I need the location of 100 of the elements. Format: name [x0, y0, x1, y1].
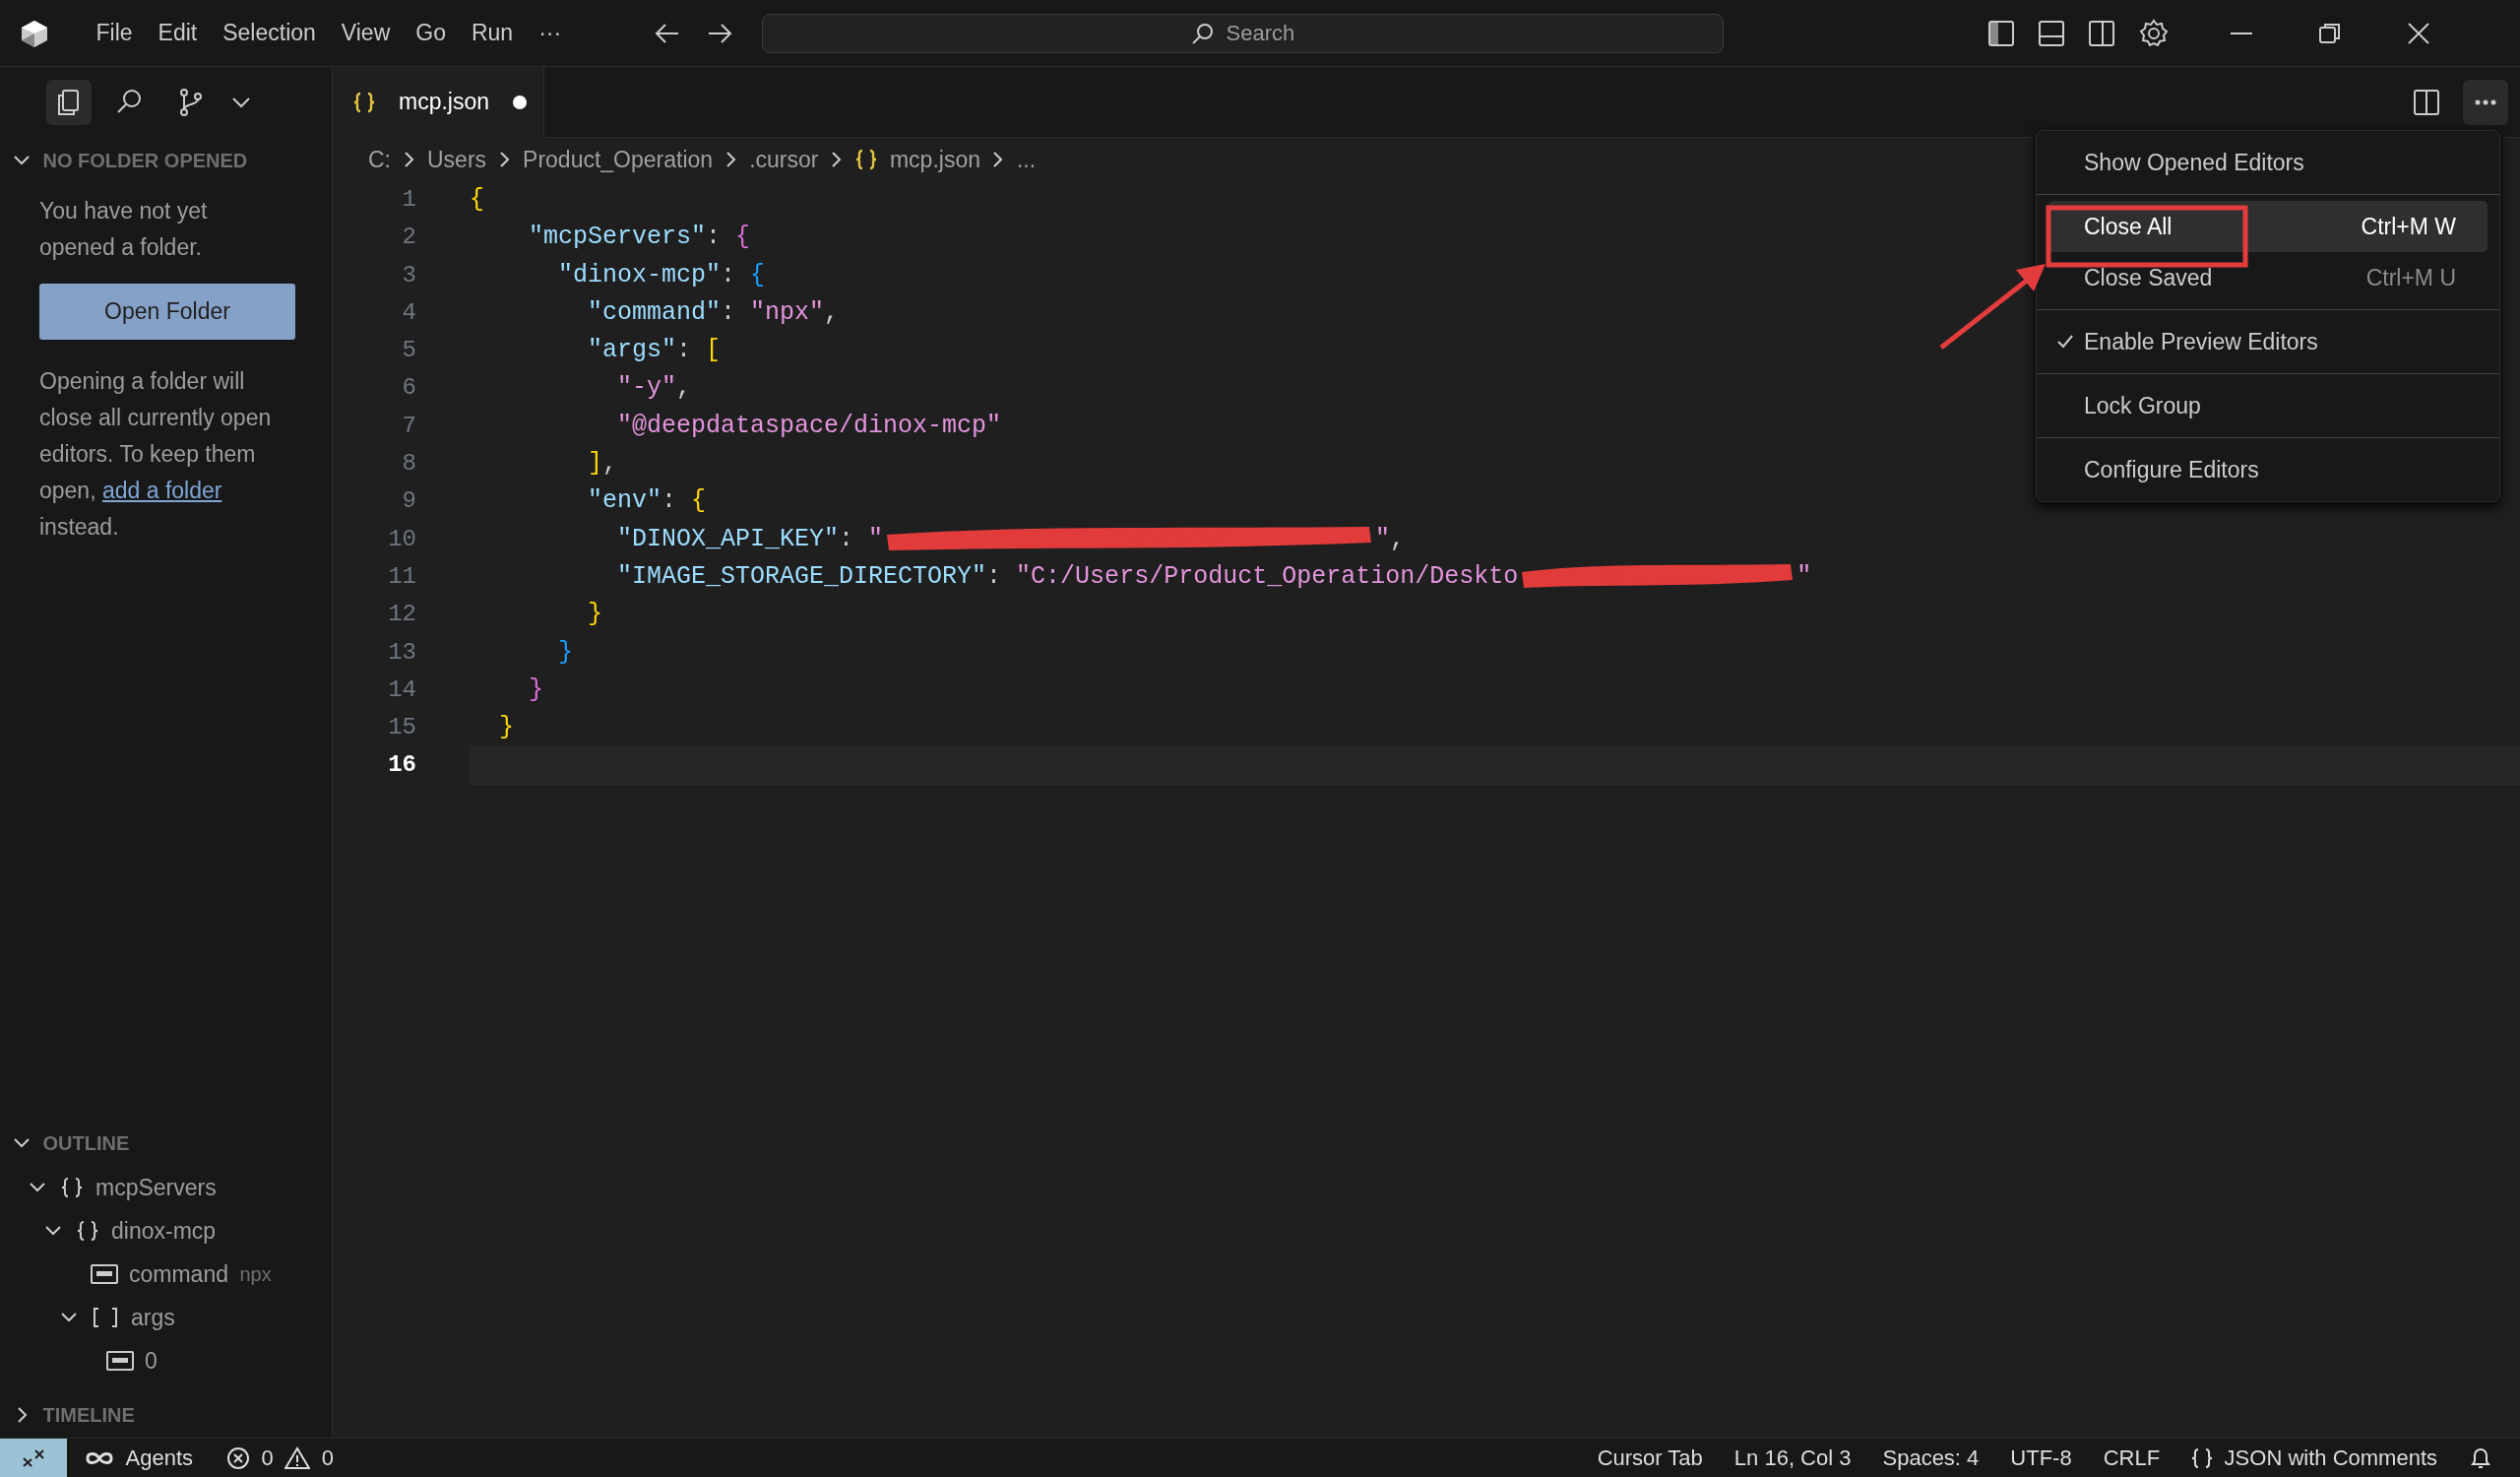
section-header[interactable]: NO FOLDER OPENED	[42, 146, 248, 175]
line-number: 2	[401, 223, 416, 253]
code-text: "DINOX_API_KEY"	[616, 523, 840, 555]
breadcrumb-item[interactable]: Product_Operation	[523, 142, 714, 177]
code-text: ]	[587, 448, 603, 481]
code-text: ,	[824, 296, 840, 329]
warning-count[interactable]: 0	[321, 1442, 334, 1474]
open-folder-button[interactable]: Open Folder	[39, 284, 295, 340]
code-text: {	[735, 222, 751, 254]
code-text: "IMAGE_STORAGE_DIRECTORY"	[616, 560, 987, 593]
code-text: }	[557, 636, 574, 669]
status-item[interactable]: Spaces: 4	[1882, 1442, 1980, 1474]
breadcrumb-item[interactable]: mcp.json	[889, 142, 980, 177]
code-text: "npx"	[750, 296, 825, 329]
code-text: ,	[1390, 523, 1406, 555]
menu-label: Close All	[2084, 212, 2173, 241]
menu-item[interactable]: Selection	[210, 12, 329, 54]
outline-label[interactable]: mcpServers	[95, 1170, 217, 1205]
line-number: 9	[401, 486, 416, 517]
code-text: :	[676, 335, 693, 367]
code-text: :	[986, 560, 1003, 593]
outline-label[interactable]: command	[129, 1256, 228, 1292]
code-text: :	[721, 296, 737, 329]
error-count[interactable]: 0	[261, 1442, 274, 1474]
menu-item[interactable]: File	[83, 12, 146, 54]
menu-label: Enable Preview Editors	[2084, 327, 2318, 356]
code-text: "dinox-mcp"	[557, 259, 722, 291]
code-text: "	[868, 523, 884, 555]
menu-item[interactable]: Go	[403, 12, 459, 54]
menu-label: Lock Group	[2084, 391, 2201, 420]
line-number: 5	[401, 336, 416, 366]
outline-label[interactable]: args	[131, 1300, 175, 1335]
menu-label: Configure Editors	[2084, 455, 2259, 484]
code-text: "args"	[587, 335, 677, 367]
breadcrumb-item[interactable]: C:	[368, 142, 391, 177]
menu-item[interactable]: Enable Preview Editors	[2048, 316, 2488, 367]
line-number: 7	[401, 411, 416, 441]
breadcrumb-item[interactable]: Users	[427, 142, 487, 177]
code-text: :	[662, 485, 678, 518]
code-text: "-y"	[616, 372, 677, 405]
line-number: 11	[387, 561, 416, 592]
code-text: }	[587, 599, 603, 631]
menu-item[interactable]: Close Saved Ctrl+M U	[2048, 252, 2488, 303]
line-number: 4	[401, 297, 416, 328]
code-text: {	[691, 485, 707, 518]
search-field[interactable]: Search	[762, 13, 1725, 53]
code-text: "mcpServers"	[528, 222, 707, 254]
line-number: 10	[387, 524, 416, 554]
code-text: "	[1375, 523, 1391, 555]
menu-item[interactable]: Configure Editors	[2048, 444, 2488, 495]
section-header[interactable]: TIMELINE	[42, 1400, 135, 1430]
line-number: 16	[387, 750, 416, 781]
line-number: 8	[401, 449, 416, 480]
outline-label[interactable]: 0	[145, 1343, 158, 1379]
code-text: "C:/Users/Product_Operation/Deskto	[1016, 560, 1519, 593]
shortcut-label: Ctrl+M W	[2361, 212, 2456, 241]
menu-item[interactable]: Run	[458, 12, 527, 54]
status-item[interactable]: Ln 16, Col 3	[1733, 1442, 1852, 1474]
line-number: 3	[401, 260, 416, 290]
line-number: 15	[387, 713, 416, 743]
breadcrumb-item[interactable]: ...	[1017, 142, 1037, 177]
line-number: 1	[401, 185, 416, 215]
breadcrumb-item[interactable]: .cursor	[749, 142, 819, 177]
section-header[interactable]: OUTLINE	[42, 1128, 130, 1158]
code-text: "env"	[587, 485, 662, 518]
add-folder-link[interactable]: add a folder	[101, 478, 222, 503]
code-text: {	[750, 259, 766, 291]
line-number: 6	[401, 373, 416, 404]
line-number: 12	[387, 600, 416, 630]
outline-detail: npx	[239, 1262, 272, 1287]
menu-label: Show Opened Editors	[2084, 148, 2304, 177]
code-text: {	[470, 184, 484, 216]
status-item[interactable]: Cursor Tab	[1597, 1442, 1703, 1474]
agents-label[interactable]: Agents	[125, 1442, 193, 1474]
status-item[interactable]: UTF-8	[2010, 1442, 2072, 1474]
menu-item[interactable]: Show Opened Editors	[2048, 137, 2488, 188]
line-number: 13	[387, 637, 416, 668]
code-text: }	[498, 712, 514, 744]
outline-label[interactable]: dinox-mcp	[111, 1213, 217, 1249]
code-text: "@deepdataspace/dinox-mcp"	[616, 410, 1002, 442]
info-text: Opening a folder will close all currently open editors. To keep them open, add a folder instead.	[39, 367, 273, 542]
menu-item[interactable]: Close All Ctrl+M W	[2048, 201, 2488, 252]
code-text: :	[839, 523, 855, 555]
code-text: "	[1796, 560, 1812, 593]
status-item[interactable]: JSON with Comments	[2224, 1442, 2437, 1474]
code-text: ,	[602, 448, 618, 481]
menu-item[interactable]: Edit	[145, 12, 211, 54]
empty-message: You have not yet opened a folder.	[39, 197, 209, 262]
menu-item[interactable]: Lock Group	[2048, 380, 2488, 431]
menu-item[interactable]: ···	[526, 12, 575, 54]
line-number: 14	[387, 674, 416, 705]
editor-tab[interactable]: mcp.json	[333, 66, 544, 138]
status-item[interactable]: CRLF	[2103, 1442, 2161, 1474]
shortcut-label: Ctrl+M U	[2365, 263, 2456, 292]
code-text: }	[528, 674, 543, 706]
menu-item[interactable]: View	[328, 12, 404, 54]
code-text: :	[721, 259, 737, 291]
code-text: ,	[676, 372, 692, 405]
code-text: "command"	[587, 296, 722, 329]
code-text: :	[706, 222, 723, 254]
